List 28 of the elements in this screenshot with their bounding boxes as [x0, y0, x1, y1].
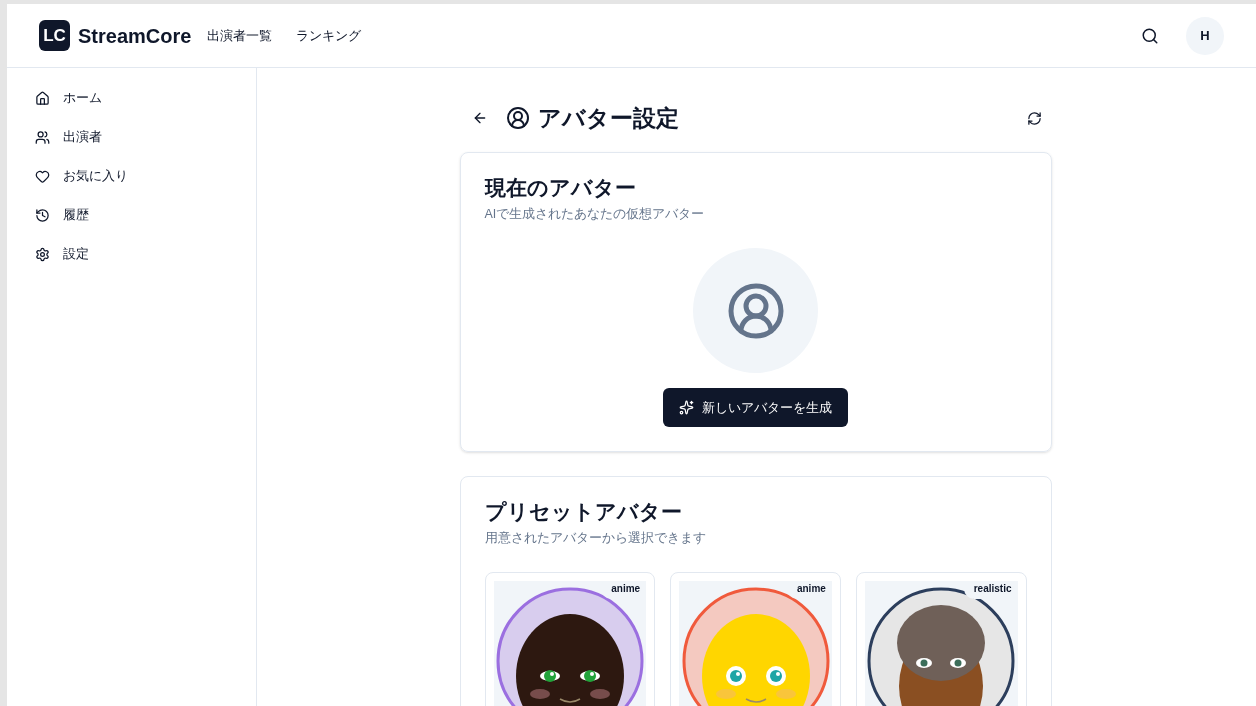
sparkles-icon	[679, 400, 694, 415]
settings-icon	[35, 246, 50, 262]
card-subtitle: 用意されたアバターから選択できます	[484, 530, 707, 548]
preset-avatar-tile[interactable]: realistic	[855, 572, 1027, 706]
refresh-button[interactable]	[1026, 110, 1042, 126]
card-title: プリセットアバター	[484, 499, 683, 525]
card-subtitle: AIで生成されたあなたの仮想アバター	[484, 206, 706, 224]
logo-mark[interactable]: LC	[39, 20, 70, 51]
user-avatar-button[interactable]: H	[1186, 16, 1224, 55]
generate-avatar-button[interactable]: 新しいアバターを生成	[663, 388, 848, 427]
preset-avatar-tile[interactable]: anime	[670, 572, 841, 706]
user-circle-icon	[505, 106, 530, 130]
preset-avatar-tile[interactable]: anime	[484, 572, 656, 706]
sidebar-item[interactable]: 設定	[35, 244, 256, 264]
heart-icon	[35, 168, 50, 184]
home-icon	[35, 90, 50, 106]
nav-link[interactable]: 出演者一覧	[207, 25, 273, 46]
search-icon	[1141, 26, 1159, 45]
sidebar-item[interactable]: 出演者	[35, 127, 256, 147]
card-title: 現在のアバター	[484, 175, 637, 201]
sidebar-item[interactable]: 履歴	[35, 205, 256, 225]
sidebar-item[interactable]: ホーム	[35, 88, 256, 108]
page-title: アバター設定	[537, 103, 679, 133]
history-icon	[35, 207, 50, 223]
nav-link[interactable]: ランキング	[296, 25, 362, 46]
users-icon	[35, 129, 50, 145]
brand-name[interactable]: StreamCore	[78, 20, 192, 51]
sidebar-item[interactable]: お気に入り	[35, 166, 256, 186]
